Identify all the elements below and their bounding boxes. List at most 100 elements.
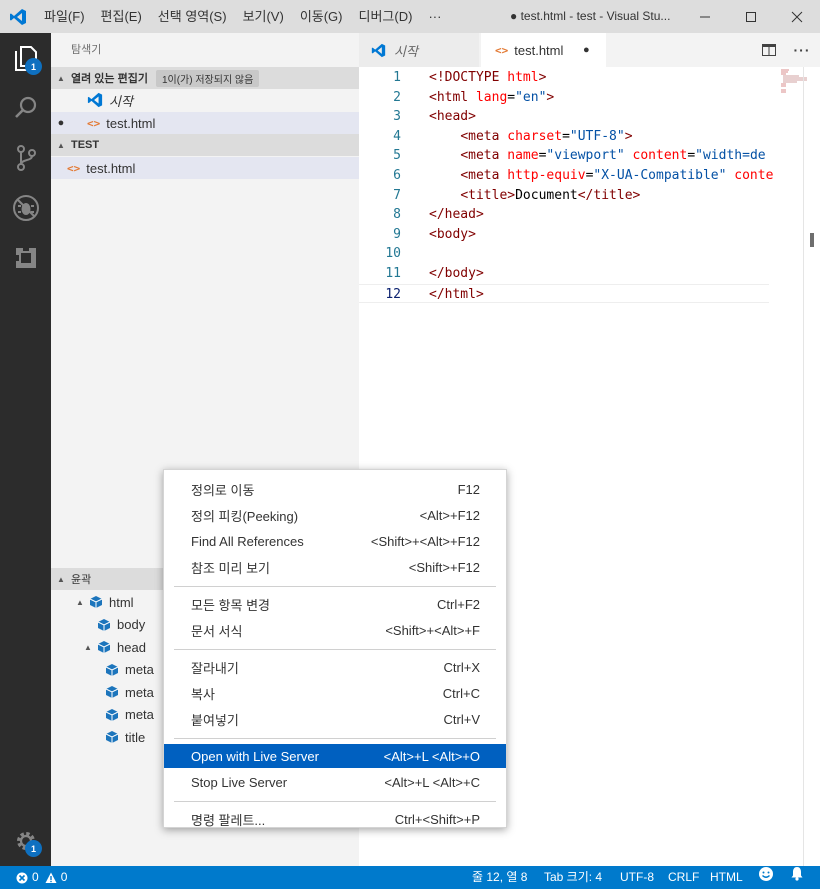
explorer-badge: 1 <box>25 58 42 75</box>
notifications-bell-icon[interactable] <box>790 866 804 881</box>
code-line[interactable]: 1 <!DOCTYPE html> <box>359 68 769 88</box>
context-menu-item[interactable]: Open with Live Server <Alt>+L <Alt>+O <box>164 744 506 768</box>
code-token: <body> <box>429 226 476 242</box>
code-line[interactable]: 8 </head> <box>359 205 769 225</box>
tab-start[interactable]: 시작 <box>359 33 479 67</box>
collapse-chevron-icon: ▲ <box>57 73 65 83</box>
open-editor-label: 시작 <box>109 93 133 109</box>
menu-item-shortcut: <Shift>+<Alt>+F12 <box>370 533 480 549</box>
menu-item[interactable]: 편집(E) <box>93 0 150 33</box>
tab-test-html[interactable]: <> test.html ● <box>481 33 606 67</box>
file-label: test.html <box>86 160 136 176</box>
code-line[interactable]: 2 <html lang="en"> <box>359 88 769 108</box>
outline-label: meta <box>125 707 154 722</box>
gear-icon[interactable]: 1 <box>0 816 51 866</box>
line-ending[interactable]: CRLF <box>668 866 699 889</box>
code-text: <!DOCTYPE html> <box>429 68 546 88</box>
source-control-icon[interactable] <box>0 133 51 183</box>
menu-item-label: 모든 항목 변경 <box>191 597 270 613</box>
code-token: <!DOCTYPE <box>429 70 508 85</box>
context-menu-item[interactable]: 붙여넣기 Ctrl+V <box>164 707 506 731</box>
context-menu-item[interactable]: 참조 미리 보기 <Shift>+F12 <box>164 555 506 579</box>
open-editors-header[interactable]: ▲ 열려 있는 편집기 1이(가) 저장되지 않음 <box>51 67 359 89</box>
html-code-icon: <> <box>495 43 509 57</box>
open-editor-item-test-html[interactable]: ● <> test.html <box>51 112 359 134</box>
code-token: </head> <box>429 207 484 223</box>
line-number: 2 <box>393 89 401 105</box>
menu-item-label: Stop Live Server <box>191 774 288 790</box>
search-icon[interactable] <box>0 83 51 133</box>
code-line[interactable]: 3 <head> <box>359 107 769 127</box>
code-token: </body> <box>429 266 484 281</box>
code-line[interactable]: 7 <title>Document</title> <box>359 186 769 206</box>
maximize-button[interactable] <box>728 0 774 33</box>
code-line[interactable]: 12 </html> <box>359 283 769 304</box>
dirty-indicator: ● <box>57 117 65 129</box>
context-menu-item[interactable]: 정의로 이동 F12 <box>164 477 506 501</box>
menu-item[interactable]: 선택 영역(S) <box>150 0 235 33</box>
code-line[interactable]: 5 <meta name="viewport" content="width=d… <box>359 146 769 166</box>
open-editor-item-start[interactable]: 시작 <box>51 89 359 111</box>
outline-chevron-icon[interactable]: ▲ <box>79 643 97 652</box>
line-number: 12 <box>385 286 401 302</box>
menu-item[interactable]: 디버그(D) <box>351 0 421 33</box>
workspace-header[interactable]: ▲ TEST <box>51 134 359 156</box>
more-actions-icon[interactable]: ··· <box>786 33 818 67</box>
menu-item-shortcut: Ctrl+C <box>442 685 480 701</box>
code-text: <body> <box>429 225 476 245</box>
code-line[interactable]: 11 </body> <box>359 264 769 284</box>
context-menu-item[interactable]: 모든 항목 변경 Ctrl+F2 <box>164 592 506 616</box>
sidebar-title: 탐색기 <box>71 44 102 56</box>
tab-bar: 시작 <> test.html ● ··· <box>359 33 820 67</box>
line-number: 11 <box>385 266 401 281</box>
explorer-icon[interactable]: 1 <box>0 33 51 83</box>
encoding[interactable]: UTF-8 <box>620 866 654 889</box>
outline-label: 윤곽 <box>71 574 92 586</box>
menu-item[interactable]: 파일(F) <box>36 0 93 33</box>
code-text: </body> <box>429 264 484 284</box>
tab-dirty-indicator[interactable]: ● <box>583 44 590 56</box>
menu-item-shortcut: Ctrl+F2 <box>437 596 480 612</box>
feedback-smiley-icon[interactable] <box>758 866 774 882</box>
problems-indicator[interactable]: 0 0 <box>16 866 67 889</box>
code-line[interactable]: 10 <box>359 244 769 264</box>
menu-item-label: 문서 서식 <box>191 623 243 639</box>
cursor-position[interactable]: 줄 12, 열 8 <box>472 866 527 889</box>
code-token: http-equiv <box>507 168 586 183</box>
error-icon <box>16 872 28 883</box>
context-menu-item[interactable]: 정의 피킹(Peeking) <Alt>+F12 <box>164 503 506 527</box>
code-line[interactable]: 6 <meta http-equiv="X-UA-Compatible" con… <box>359 166 773 186</box>
code-token: <html <box>429 89 476 105</box>
menu-item[interactable]: 이동(G) <box>292 0 351 33</box>
tab-size[interactable]: Tab 크기: 4 <box>544 866 602 889</box>
code-line[interactable]: 4 <meta charset="UTF-8"> <box>359 127 769 147</box>
element-cube-icon <box>97 641 111 653</box>
context-menu-item[interactable]: 잘라내기 Ctrl+X <box>164 655 506 679</box>
context-menu-item[interactable]: Stop Live Server <Alt>+L <Alt>+C <box>164 770 506 794</box>
context-menu-item[interactable]: 명령 팔레트... Ctrl+<Shift>+P <box>164 807 506 831</box>
menu-item[interactable]: 보기(V) <box>235 0 292 33</box>
extensions-icon[interactable] <box>0 233 51 283</box>
line-number: 8 <box>393 207 401 223</box>
title-bar: 파일(F) 편집(E) 선택 영역(S) 보기(V) 이동(G) 디버그(D) ··· ● … <box>0 0 820 33</box>
context-menu-item[interactable]: 문서 서식 <Shift>+<Alt>+F <box>164 618 506 642</box>
outline-chevron-icon[interactable]: ▲ <box>71 598 89 607</box>
line-number: 3 <box>393 109 401 125</box>
menu-item-label: 정의로 이동 <box>191 482 255 498</box>
context-menu-item[interactable]: 복사 Ctrl+C <box>164 681 506 705</box>
code-token: = <box>687 148 696 164</box>
language-mode[interactable]: HTML <box>710 866 743 889</box>
menu-item-shortcut: <Alt>+F12 <box>419 507 480 523</box>
code-line[interactable]: 9 <body> <box>359 225 769 245</box>
context-menu-item[interactable]: Find All References <Shift>+<Alt>+F12 <box>164 529 506 553</box>
split-editor-icon[interactable] <box>753 33 785 67</box>
close-window-button[interactable] <box>774 0 820 33</box>
menu-item-shortcut: <Shift>+<Alt>+F <box>385 622 480 638</box>
file-item-test-html[interactable]: <> test.html <box>51 157 359 179</box>
minimize-button[interactable] <box>682 0 728 33</box>
menu-item[interactable]: ··· <box>420 0 449 33</box>
vertical-scrollbar[interactable] <box>803 67 817 866</box>
element-cube-icon <box>105 731 119 743</box>
debug-icon[interactable] <box>0 183 51 233</box>
